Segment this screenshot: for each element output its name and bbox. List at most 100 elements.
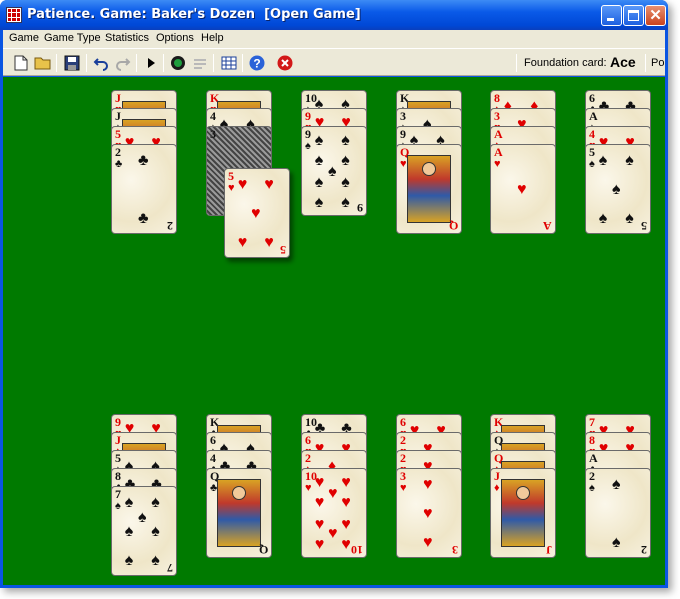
court-head-icon bbox=[422, 162, 436, 176]
card-suit-icon: ♠ bbox=[305, 140, 311, 152]
toolbar-separator bbox=[86, 54, 87, 72]
card-pip-icon: ♠ bbox=[598, 209, 608, 227]
card-pip-icon: ♠ bbox=[124, 523, 134, 540]
menu-game[interactable]: Game bbox=[9, 32, 39, 44]
hint-icon bbox=[194, 59, 206, 69]
playing-card[interactable]: 3 ♥ ♥ ♥ ♥ 3 bbox=[396, 468, 462, 558]
card-pip-icon: ♣ bbox=[138, 209, 149, 227]
card-pip-icon: ♥ bbox=[264, 176, 274, 194]
card-rank-bottom: 5 bbox=[280, 243, 286, 257]
card-pip-icon: ♠ bbox=[341, 193, 350, 211]
toolbar-separator bbox=[213, 54, 214, 72]
playing-card[interactable]: Q ♥ Q bbox=[396, 144, 462, 234]
undo-icon bbox=[93, 58, 108, 71]
card-suit-icon: ♠ bbox=[589, 482, 595, 494]
toolbar: ? Foundation card: Ace Po bbox=[3, 48, 665, 76]
card-pip-icon: ♥ bbox=[341, 515, 351, 533]
card-pip-icon: ♥ bbox=[328, 485, 338, 503]
menu-options[interactable]: Options bbox=[156, 32, 194, 44]
card-pip-icon: ♠ bbox=[612, 476, 621, 494]
statistics-button[interactable] bbox=[219, 53, 239, 73]
open-icon bbox=[34, 57, 51, 70]
menu-game-type[interactable]: Game Type bbox=[44, 32, 101, 44]
card-suit-icon: ♠ bbox=[115, 500, 121, 512]
help-button[interactable]: ? bbox=[247, 53, 267, 73]
playing-card[interactable]: J ♦ J bbox=[490, 468, 556, 558]
card-suit-icon: ♠ bbox=[589, 158, 595, 170]
card-suit-icon: ♥ bbox=[400, 482, 407, 494]
card-pip-icon: ♠ bbox=[314, 173, 324, 191]
card-pip-icon: ♠ bbox=[341, 152, 350, 170]
card-pip-icon: ♠ bbox=[124, 494, 134, 512]
playing-card[interactable]: 5 ♠ ♠ ♠ ♠ ♠ ♠ 5 bbox=[585, 144, 651, 234]
card-pip-icon: ♠ bbox=[328, 163, 337, 180]
menu-statistics[interactable]: Statistics bbox=[105, 32, 149, 44]
save-icon bbox=[64, 55, 80, 71]
card-pip-icon: ♠ bbox=[625, 209, 634, 227]
card-pip-icon: ♥ bbox=[237, 176, 248, 194]
playing-card[interactable]: 2 ♠ ♠ ♠ 2 bbox=[585, 468, 651, 558]
playing-card[interactable]: 7 ♠ ♠ ♠ ♠ ♠ ♠ ♠ ♠ 7 bbox=[111, 486, 177, 576]
card-suit-icon: ♥ bbox=[228, 182, 235, 194]
minimize-button[interactable] bbox=[601, 5, 622, 26]
card-pip-icon: ♥ bbox=[264, 233, 274, 251]
svg-text:?: ? bbox=[253, 57, 260, 71]
save-game-button[interactable] bbox=[62, 53, 82, 73]
card-rank-bottom: Q bbox=[448, 219, 458, 233]
card-pip-icon: ♥ bbox=[341, 494, 351, 512]
card-rank-bottom: 5 bbox=[641, 219, 647, 233]
close-icon: ✕ bbox=[649, 7, 662, 24]
playing-card[interactable]: 9 ♠ ♠ ♠ ♠ ♠ ♠ ♠ ♠ ♠ ♠ 9 bbox=[301, 126, 367, 216]
app-icon[interactable] bbox=[6, 7, 22, 23]
card-pip-icon: ♥ bbox=[314, 515, 325, 533]
hint-button[interactable] bbox=[190, 53, 210, 73]
open-game-button[interactable] bbox=[33, 53, 53, 73]
card-rank-bottom: A bbox=[543, 219, 552, 233]
card-rank-bottom: Q bbox=[258, 543, 268, 557]
redo-button[interactable] bbox=[113, 53, 133, 73]
redo-icon bbox=[116, 58, 131, 71]
card-pip-icon: ♥ bbox=[251, 205, 261, 222]
card-pip-icon: ♠ bbox=[151, 523, 160, 540]
stop-button[interactable] bbox=[275, 53, 295, 73]
card-pip-icon: ♥ bbox=[314, 535, 325, 553]
card-pip-icon: ♠ bbox=[124, 551, 134, 569]
card-pip-icon: ♠ bbox=[612, 181, 621, 198]
menu-help[interactable]: Help bbox=[201, 32, 224, 44]
court-head-icon bbox=[516, 486, 530, 500]
new-icon bbox=[14, 55, 28, 71]
toolbar-separator bbox=[163, 54, 164, 72]
toolbar-extra-label: Po bbox=[651, 57, 665, 69]
dragged-card[interactable]: 5 ♥ ♥ ♥ ♥ ♥ ♥ 5 bbox=[224, 168, 290, 258]
card-suit-icon: ♣ bbox=[115, 158, 123, 170]
card-rank-bottom: J bbox=[546, 543, 552, 557]
menu-bar: Game Game Type Statistics Options Help bbox=[3, 30, 665, 48]
play-button[interactable] bbox=[141, 53, 161, 73]
foundation-card-label: Foundation card: bbox=[524, 57, 607, 69]
undo-button[interactable] bbox=[91, 53, 111, 73]
minimize-icon bbox=[607, 18, 614, 21]
app-window: Patience. Game: Baker's Dozen [Open Game… bbox=[0, 0, 668, 588]
playing-card[interactable]: Q ♣ Q bbox=[206, 468, 272, 558]
card-suit-icon: ♦ bbox=[494, 482, 500, 494]
card-rank-bottom: 3 bbox=[452, 543, 458, 557]
playing-card[interactable]: A ♥ ♥ A bbox=[490, 144, 556, 234]
card-rank-bottom: 2 bbox=[167, 219, 173, 233]
card-pip-icon: ♥ bbox=[314, 474, 325, 492]
card-pip-icon: ♠ bbox=[625, 152, 634, 170]
card-pip-icon: ♥ bbox=[328, 524, 338, 542]
card-pip-icon: ♠ bbox=[314, 193, 324, 211]
autoplay-button[interactable] bbox=[168, 53, 188, 73]
playing-card[interactable]: 2 ♣ ♣ ♣ 2 bbox=[111, 144, 177, 234]
card-pip-icon: ♥ bbox=[423, 476, 433, 494]
game-table: J♥J♠5♥♥♥♥♥♥2♣♣♣2K♥4♠♠♠♠♠35♥♥♥♥♥♥510♠♠♠♠♠… bbox=[3, 77, 665, 585]
title-bar[interactable]: Patience. Game: Baker's Dozen [Open Game… bbox=[0, 0, 668, 30]
card-pip-icon: ♠ bbox=[341, 173, 350, 191]
card-rank-bottom: 2 bbox=[641, 543, 647, 557]
playing-card[interactable]: 10 ♥ ♥ ♥ ♥ ♥ ♥ ♥ ♥ ♥ ♥ ♥ 10 bbox=[301, 468, 367, 558]
close-button[interactable]: ✕ bbox=[645, 5, 666, 26]
card-rank-bottom: 7 bbox=[167, 561, 173, 575]
court-figure-icon bbox=[501, 479, 545, 547]
maximize-button[interactable] bbox=[623, 5, 644, 26]
new-game-button[interactable] bbox=[11, 53, 31, 73]
